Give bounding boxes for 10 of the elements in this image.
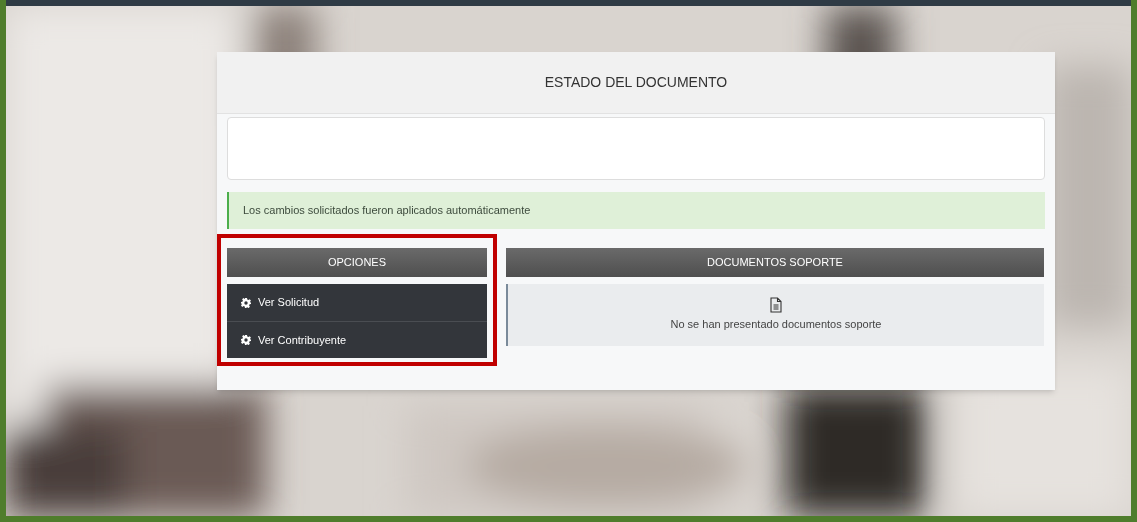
alert-message: Los cambios solicitados fueron aplicados automáticamente — [243, 203, 531, 219]
menu-item[interactable]: Ver Contribuyente — [227, 321, 487, 358]
empty-message: No se han presentado documentos soporte — [670, 317, 882, 333]
menu-item[interactable]: Ver Solicitud — [227, 284, 487, 321]
gear-icon — [241, 335, 251, 345]
card-title: ESTADO DEL DOCUMENTO — [544, 73, 728, 92]
gear-icon — [241, 297, 251, 308]
panel-title: DOCUMENTOS SOPORTE — [707, 255, 843, 271]
document-icon — [770, 297, 782, 314]
panel-title: OPCIONES — [327, 255, 387, 271]
